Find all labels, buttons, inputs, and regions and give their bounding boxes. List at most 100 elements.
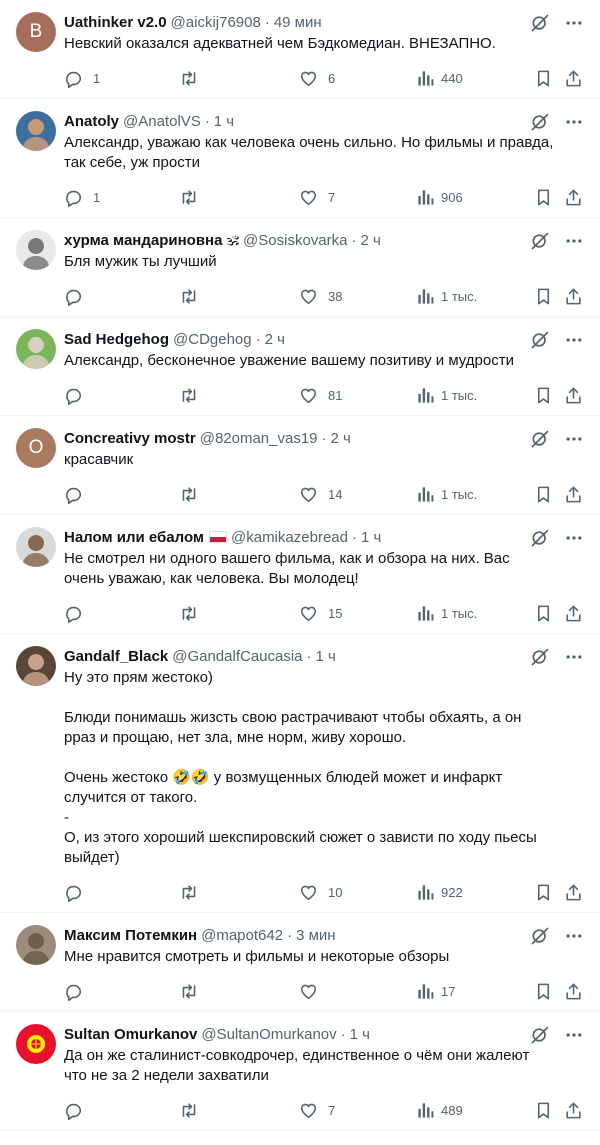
grok-icon[interactable] xyxy=(530,1025,550,1045)
author-name[interactable]: Concreativy mostr xyxy=(64,430,196,447)
views-button[interactable]: 1 тыс. xyxy=(416,286,477,306)
reply-button[interactable] xyxy=(64,882,93,902)
timestamp[interactable]: 2 ч xyxy=(265,331,285,348)
author-handle[interactable]: @SultanOmurkanov xyxy=(201,1026,336,1043)
more-icon[interactable] xyxy=(564,231,584,251)
author-handle[interactable]: @aickij76908 xyxy=(171,14,261,31)
grok-icon[interactable] xyxy=(530,231,550,251)
avatar[interactable] xyxy=(16,230,56,270)
share-button[interactable] xyxy=(564,286,583,306)
reply-button[interactable] xyxy=(64,981,93,1001)
grok-icon[interactable] xyxy=(530,112,550,132)
retweet-button[interactable] xyxy=(179,68,209,88)
tweet[interactable]: Налом или ебалом @kamikazebread · 1 ч Не смо… xyxy=(0,515,600,634)
retweet-button[interactable] xyxy=(179,1100,209,1120)
tweet[interactable]: Максим Потемкин @mapot642 · 3 мин Мне нравит… xyxy=(0,913,600,1012)
bookmark-button[interactable] xyxy=(534,603,553,623)
reply-button[interactable] xyxy=(64,1100,93,1120)
author-name[interactable]: Налом или ебалом xyxy=(64,529,204,546)
views-button[interactable]: 906 xyxy=(416,187,463,207)
author-handle[interactable]: @Sosiskovarka xyxy=(243,232,347,249)
more-icon[interactable] xyxy=(564,13,584,33)
bookmark-button[interactable] xyxy=(534,286,553,306)
like-button[interactable]: 14 xyxy=(299,484,342,504)
timestamp[interactable]: 1 ч xyxy=(361,529,381,546)
share-button[interactable] xyxy=(564,187,583,207)
grok-icon[interactable] xyxy=(530,13,550,33)
grok-icon[interactable] xyxy=(530,926,550,946)
more-icon[interactable] xyxy=(564,528,584,548)
more-icon[interactable] xyxy=(564,112,584,132)
retweet-button[interactable] xyxy=(179,187,209,207)
author-name[interactable]: Sad Hedgehog xyxy=(64,331,169,348)
reply-button[interactable]: 1 xyxy=(64,187,100,207)
share-button[interactable] xyxy=(564,603,583,623)
more-icon[interactable] xyxy=(564,926,584,946)
author-name[interactable]: хурма мандариновна xyxy=(64,232,222,249)
reply-button[interactable] xyxy=(64,484,93,504)
avatar[interactable] xyxy=(16,646,56,686)
bookmark-button[interactable] xyxy=(534,68,553,88)
grok-icon[interactable] xyxy=(530,647,550,667)
views-button[interactable]: 440 xyxy=(416,68,463,88)
more-icon[interactable] xyxy=(564,330,584,350)
retweet-button[interactable] xyxy=(179,603,209,623)
avatar[interactable] xyxy=(16,111,56,151)
avatar[interactable]: B xyxy=(16,12,56,52)
avatar[interactable] xyxy=(16,329,56,369)
like-button[interactable]: 81 xyxy=(299,385,342,405)
tweet[interactable]: Sultan Omurkanov @SultanOmurkanov · 1 ч Да о… xyxy=(0,1012,600,1131)
share-button[interactable] xyxy=(564,1100,583,1120)
avatar[interactable] xyxy=(16,1024,56,1064)
tweet[interactable]: хурма мандариновна 🕉 @Sosiskovarka · 2 ч Бля … xyxy=(0,218,600,317)
author-handle[interactable]: @AnatolVS xyxy=(123,113,201,130)
timestamp[interactable]: 1 ч xyxy=(214,113,234,130)
bookmark-button[interactable] xyxy=(534,187,553,207)
retweet-button[interactable] xyxy=(179,882,209,902)
like-button[interactable]: 38 xyxy=(299,286,342,306)
bookmark-button[interactable] xyxy=(534,385,553,405)
views-button[interactable]: 17 xyxy=(416,981,455,1001)
share-button[interactable] xyxy=(564,882,583,902)
views-button[interactable]: 489 xyxy=(416,1100,463,1120)
like-button[interactable]: 6 xyxy=(299,68,335,88)
retweet-button[interactable] xyxy=(179,385,209,405)
timestamp[interactable]: 1 ч xyxy=(350,1026,370,1043)
author-handle[interactable]: @CDgehog xyxy=(173,331,252,348)
avatar[interactable] xyxy=(16,527,56,567)
tweet[interactable]: Gandalf_Black @GandalfCaucasia · 1 ч Ну это … xyxy=(0,634,600,913)
timestamp[interactable]: 3 мин xyxy=(296,927,336,944)
retweet-button[interactable] xyxy=(179,484,209,504)
timestamp[interactable]: 2 ч xyxy=(360,232,380,249)
like-button[interactable]: 7 xyxy=(299,1100,335,1120)
share-button[interactable] xyxy=(564,385,583,405)
views-button[interactable]: 1 тыс. xyxy=(416,385,477,405)
views-button[interactable]: 922 xyxy=(416,882,463,902)
like-button[interactable]: 7 xyxy=(299,187,335,207)
more-icon[interactable] xyxy=(564,647,584,667)
tweet[interactable]: B Uathinker v2.0 @aickij76908 · 49 мин Невски… xyxy=(0,0,600,99)
reply-button[interactable]: 1 xyxy=(64,68,100,88)
like-button[interactable]: 15 xyxy=(299,603,342,623)
like-button[interactable] xyxy=(299,981,328,1001)
like-button[interactable]: 10 xyxy=(299,882,342,902)
grok-icon[interactable] xyxy=(530,330,550,350)
more-icon[interactable] xyxy=(564,429,584,449)
bookmark-button[interactable] xyxy=(534,484,553,504)
share-button[interactable] xyxy=(564,981,583,1001)
avatar[interactable]: O xyxy=(16,428,56,468)
reply-button[interactable] xyxy=(64,385,93,405)
retweet-button[interactable] xyxy=(179,286,209,306)
bookmark-button[interactable] xyxy=(534,882,553,902)
grok-icon[interactable] xyxy=(530,429,550,449)
bookmark-button[interactable] xyxy=(534,1100,553,1120)
author-name[interactable]: Uathinker v2.0 xyxy=(64,14,167,31)
avatar[interactable] xyxy=(16,925,56,965)
grok-icon[interactable] xyxy=(530,528,550,548)
timestamp[interactable]: 1 ч xyxy=(316,648,336,665)
author-handle[interactable]: @GandalfCaucasia xyxy=(172,648,302,665)
author-name[interactable]: Anatoly xyxy=(64,113,119,130)
timestamp[interactable]: 49 мин xyxy=(274,14,322,31)
author-name[interactable]: Максим Потемкин xyxy=(64,927,197,944)
share-button[interactable] xyxy=(564,484,583,504)
